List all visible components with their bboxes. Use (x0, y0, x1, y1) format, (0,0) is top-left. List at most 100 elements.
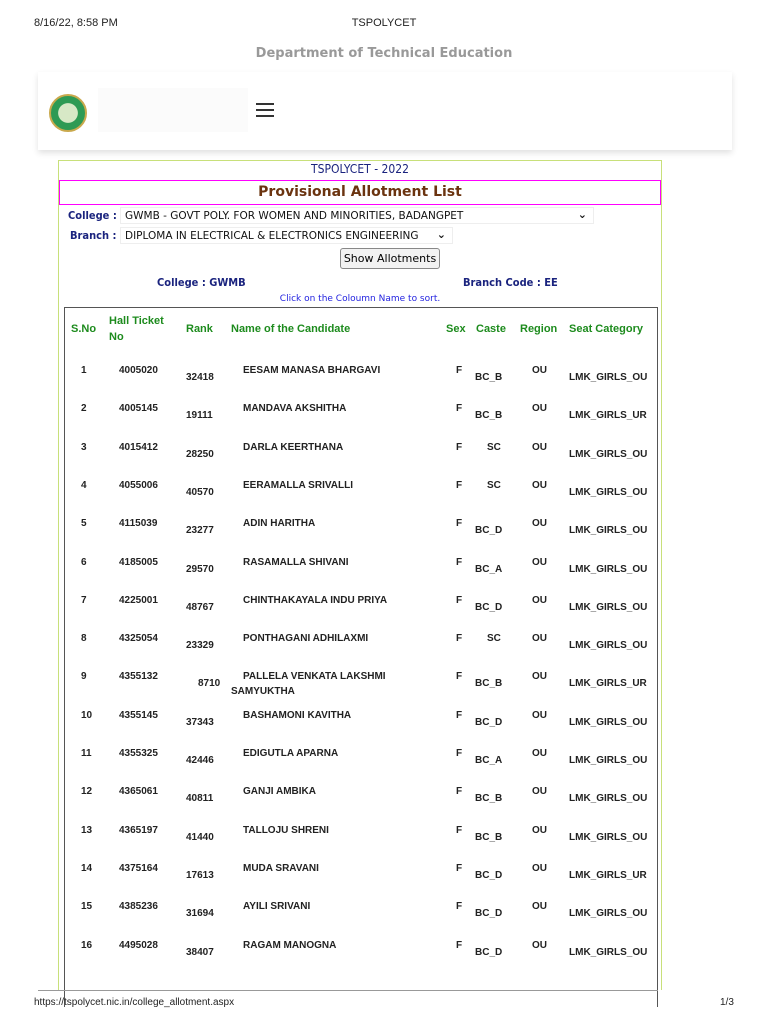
header-caste[interactable]: Caste (476, 323, 506, 335)
cell-caste: BC_A (475, 755, 503, 766)
footer-divider (38, 990, 658, 991)
cell-hall: 4115039 (119, 518, 158, 530)
cell-sex: F (456, 518, 463, 530)
cell-seat: LMK_GIRLS_OU (569, 755, 648, 766)
header-sex[interactable]: Sex (446, 323, 466, 335)
cell-sno: 7 (81, 594, 87, 606)
cell-sno: 13 (81, 824, 93, 836)
cell-sex: F (456, 403, 463, 415)
cell-hall: 4495028 (119, 939, 158, 951)
cell-caste: SC (487, 633, 501, 645)
print-title: TSPOLYCET (351, 17, 417, 29)
cell-seat: LMK_GIRLS_OU (569, 716, 648, 728)
cell-sno: 8 (81, 633, 87, 645)
cell-hall: 4005020 (119, 365, 158, 376)
cell-rank: 8710 (198, 678, 221, 690)
cell-region: OU (532, 556, 547, 568)
cell-rank: 37343 (186, 716, 214, 728)
cell-seat: LMK_GIRLS_OU (569, 793, 648, 805)
cell-seat: LMK_GIRLS_OU (569, 486, 648, 498)
cell-hall: 4365061 (119, 786, 158, 798)
table-row: 8 4325054 23329 PONTHAGANI ADHILAXMI F SC OU LM… (65, 633, 659, 671)
cell-sno: 14 (81, 862, 93, 874)
cell-seat: LMK_GIRLS_OU (569, 563, 648, 575)
college-select[interactable]: GWMB - GOVT POLY. FOR WOMEN AND MINORITI… (120, 207, 594, 224)
header-sno[interactable]: S.No (71, 323, 96, 335)
header-region[interactable]: Region (520, 323, 557, 335)
telangana-emblem-logo[interactable] (49, 94, 87, 132)
cell-name: TALLOJU SHRENI (243, 824, 329, 836)
table-row: 15 4385236 31694 AYILI SRIVANI F BC_D OU LMK_GI… (65, 901, 659, 939)
header-seat-category[interactable]: Seat Category (569, 323, 643, 335)
header-hall-ticket[interactable]: Hall Ticket No (109, 315, 164, 347)
cell-seat: LMK_GIRLS_OU (569, 525, 648, 537)
cell-hall: 4225001 (119, 594, 158, 606)
table-row: 7 4225001 48767 CHINTHAKAYALA INDU PRIYA F BC… (65, 595, 659, 633)
cell-seat: LMK_GIRLS_OU (569, 601, 648, 613)
cell-sno: 6 (81, 556, 87, 568)
list-title: Provisional Allotment List (59, 180, 661, 205)
hamburger-menu-icon[interactable] (256, 103, 274, 117)
cell-caste: BC_B (475, 831, 503, 843)
cell-region: OU (532, 441, 547, 453)
cell-name: EERAMALLA SRIVALLI (243, 479, 353, 491)
cell-seat: LMK_GIRLS_OU (569, 908, 648, 920)
cell-name: DARLA KEERTHANA (243, 441, 344, 453)
cell-region: OU (532, 824, 547, 836)
exam-title: TSPOLYCET - 2022 (311, 162, 409, 176)
cell-region: OU (532, 862, 547, 874)
cell-rank: 19111 (186, 410, 213, 422)
header-rank[interactable]: Rank (186, 323, 213, 335)
cell-sno: 3 (81, 441, 87, 453)
cell-seat: LMK_GIRLS_UR (569, 678, 647, 690)
cell-name: CHINTHAKAYALA INDU PRIYA (243, 594, 388, 606)
allotment-table: S.No Hall Ticket No Rank Name of the Cand… (64, 307, 658, 1007)
cell-seat: LMK_GIRLS_UR (569, 869, 647, 881)
table-row: 11 4355325 42446 EDIGUTLA APARNA F BC_A OU LMK_… (65, 748, 659, 786)
cell-name: EDIGUTLA APARNA (243, 748, 339, 759)
header-name[interactable]: Name of the Candidate (231, 323, 350, 335)
show-allotments-button[interactable]: Show Allotments (340, 248, 440, 269)
cell-sex: F (456, 365, 463, 376)
print-url: https://tspolycet.nic.in/college_allotme… (34, 997, 235, 1008)
cell-caste: SC (487, 479, 501, 491)
cell-sno: 12 (81, 786, 93, 798)
cell-sex: F (456, 709, 463, 721)
cell-name: BASHAMONI KAVITHA (243, 709, 352, 721)
cell-region: OU (532, 403, 547, 415)
cell-name: RASAMALLA SHIVANI (243, 556, 349, 568)
cell-caste: BC_A (475, 563, 503, 575)
table-row: 12 4365061 40811 GANJI AMBIKA F BC_B OU LMK_GIR… (65, 786, 659, 824)
branch-select[interactable]: DIPLOMA IN ELECTRICAL & ELECTRONICS ENGI… (120, 227, 453, 244)
cell-caste: BC_D (475, 946, 503, 958)
cell-hall: 4385236 (119, 901, 158, 913)
table-row: 3 4015412 28250 DARLA KEERTHANA F SC OU LMK_GIR… (65, 442, 659, 480)
cell-caste: BC_D (475, 601, 503, 613)
cell-rank: 23329 (186, 640, 214, 652)
college-select-value: GWMB - GOVT POLY. FOR WOMEN AND MINORITI… (125, 210, 464, 222)
cell-seat: LMK_GIRLS_UR (569, 410, 647, 422)
cell-caste: BC_D (475, 869, 503, 881)
cell-sex: F (456, 479, 463, 491)
chevron-down-icon: ⌄ (577, 208, 587, 221)
department-title: Department of Technical Education (255, 46, 513, 61)
table-row: 16 4495028 38407 RAGAM MANOGNA F BC_D OU LMK_GI… (65, 940, 659, 978)
table-row: 13 4365197 41440 TALLOJU SHRENI F BC_B OU LMK_G… (65, 825, 659, 863)
cell-hall: 4355132 (119, 671, 158, 683)
cell-region: OU (532, 709, 547, 721)
cell-name: PONTHAGANI ADHILAXMI (243, 633, 369, 645)
cell-hall: 4005145 (119, 403, 158, 415)
cell-rank: 40811 (186, 793, 214, 805)
cell-sex: F (456, 862, 463, 874)
cell-region: OU (532, 901, 547, 913)
table-row: 1 4005020 32418 EESAM MANASA BHARGAVI F BC_B O… (65, 365, 659, 403)
header-hall-ticket-line2: No (109, 331, 124, 343)
cell-seat: LMK_GIRLS_OU (569, 946, 648, 958)
cell-sno: 2 (81, 403, 87, 415)
cell-region: OU (532, 748, 547, 759)
cell-seat: LMK_GIRLS_OU (569, 448, 648, 460)
cell-sex: F (456, 556, 463, 568)
cell-name: PALLELA VENKATA LAKSHMI (243, 671, 386, 683)
cell-sex: F (456, 901, 463, 913)
cell-hall: 4355325 (119, 748, 158, 759)
